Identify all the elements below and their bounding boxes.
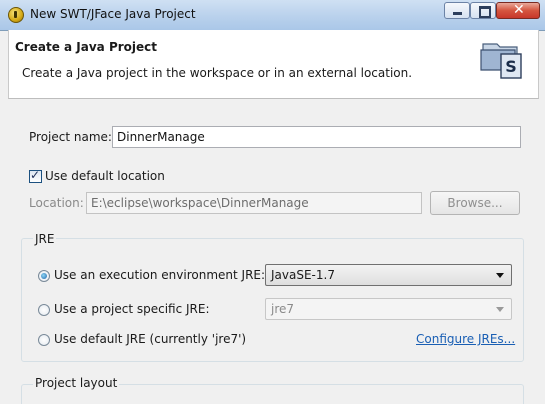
chevron-down-icon	[496, 273, 504, 278]
specific-jre-value: jre7	[271, 302, 295, 316]
project-name-input[interactable]	[112, 126, 521, 148]
specific-jre-label: Use a project specific JRE:	[54, 302, 210, 316]
app-icon	[8, 7, 24, 23]
configure-jres-link[interactable]: Configure JREs...	[416, 332, 515, 346]
chevron-down-icon	[496, 307, 504, 312]
use-default-location-checkbox[interactable]: ✓	[29, 168, 42, 183]
wizard-header: Create a Java Project Create a Java proj…	[8, 30, 539, 99]
location-label: Location:	[29, 196, 84, 210]
wizard-description: Create a Java project in the workspace o…	[22, 66, 413, 80]
exec-env-radio[interactable]	[38, 270, 50, 282]
browse-button[interactable]: Browse...	[430, 191, 520, 215]
location-input[interactable]	[86, 192, 422, 214]
svg-text:S: S	[505, 57, 517, 76]
exec-env-label: Use an execution environment JRE:	[54, 268, 266, 282]
maximize-button[interactable]	[470, 2, 496, 19]
project-layout-label: Project layout	[33, 376, 120, 390]
exec-env-value: JavaSE-1.7	[271, 268, 335, 282]
java-project-wizard-icon: S	[480, 43, 522, 79]
project-name-label: Project name:	[29, 130, 112, 144]
specific-jre-radio[interactable]	[38, 304, 50, 316]
use-default-location-label: Use default location	[45, 169, 165, 183]
default-jre-label: Use default JRE (currently 'jre7')	[54, 332, 247, 346]
specific-jre-select[interactable]: jre7	[265, 298, 512, 320]
maximize-icon	[479, 6, 491, 18]
window-title: New SWT/JFace Java Project	[30, 7, 196, 21]
minimize-button[interactable]	[444, 2, 470, 19]
checkmark-icon: ✓	[30, 168, 41, 182]
jre-group-label: JRE	[33, 232, 57, 246]
minimize-icon	[453, 12, 462, 15]
window-titlebar: New SWT/JFace Java Project ✕	[0, 0, 545, 31]
close-icon: ✕	[513, 2, 525, 18]
exec-env-select[interactable]: JavaSE-1.7	[265, 264, 512, 286]
default-jre-radio[interactable]	[38, 334, 50, 346]
wizard-title: Create a Java Project	[15, 40, 158, 54]
close-button[interactable]: ✕	[496, 2, 540, 19]
